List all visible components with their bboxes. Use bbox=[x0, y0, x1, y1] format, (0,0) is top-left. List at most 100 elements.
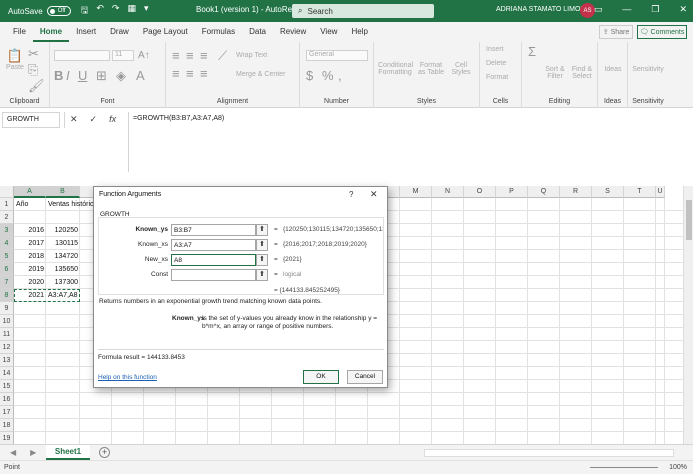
font-size-select[interactable]: 11 bbox=[112, 50, 134, 61]
zoom-level[interactable]: 100% bbox=[669, 464, 687, 471]
column-header-o[interactable]: O bbox=[464, 186, 496, 198]
restore-icon[interactable]: ❐ bbox=[651, 4, 659, 15]
column-header-r[interactable]: R bbox=[560, 186, 592, 198]
row-header-11[interactable]: 11 bbox=[0, 328, 14, 341]
autosum-icon[interactable]: Σ bbox=[528, 44, 536, 60]
row-header-5[interactable]: 5 bbox=[0, 250, 14, 263]
conditional-formatting-button[interactable]: Conditional Formatting bbox=[378, 62, 413, 76]
cell-year[interactable]: 2019 bbox=[16, 263, 44, 276]
currency-icon[interactable]: $ bbox=[306, 68, 313, 84]
cell-year[interactable]: 2020 bbox=[16, 276, 44, 289]
undo-icon[interactable]: ↶ bbox=[96, 3, 104, 19]
ideas-button[interactable]: Ideas bbox=[602, 66, 624, 73]
sort-filter-button[interactable]: Sort & Filter bbox=[544, 66, 566, 80]
cell-year[interactable]: 2016 bbox=[16, 224, 44, 237]
comments-button[interactable]: 🗨 Comments bbox=[637, 25, 687, 39]
horizontal-scrollbar[interactable] bbox=[424, 449, 674, 457]
column-header-q[interactable]: Q bbox=[528, 186, 560, 198]
formula-input[interactable]: =GROWTH(B3:B7,A3:A7,A8) bbox=[128, 112, 693, 172]
dialog-close-button[interactable]: ✕ bbox=[370, 189, 378, 200]
ribbon-display-icon[interactable]: ▭ bbox=[594, 4, 603, 15]
column-header-n[interactable]: N bbox=[432, 186, 464, 198]
cell-sales[interactable]: 134720 bbox=[48, 250, 78, 263]
spreadsheet-icon[interactable]: ▦ bbox=[127, 3, 136, 19]
row-header-18[interactable]: 18 bbox=[0, 419, 14, 432]
redo-icon[interactable]: ↷ bbox=[112, 3, 120, 19]
row-header-17[interactable]: 17 bbox=[0, 406, 14, 419]
cancel-entry-icon[interactable]: ✕ bbox=[70, 114, 78, 125]
select-all-corner[interactable] bbox=[0, 186, 14, 198]
row-header-14[interactable]: 14 bbox=[0, 367, 14, 380]
font-color-icon[interactable]: A bbox=[136, 68, 145, 84]
collapse-dialog-icon[interactable]: ⬆ bbox=[256, 269, 268, 281]
cell-sales[interactable]: 130115 bbox=[48, 237, 78, 250]
column-header-u[interactable]: U bbox=[656, 186, 665, 198]
row-header-9[interactable]: 9 bbox=[0, 302, 14, 315]
cell-a1[interactable]: Año bbox=[16, 198, 44, 211]
format-cells-button[interactable]: Format bbox=[486, 74, 508, 81]
row-header-7[interactable]: 7 bbox=[0, 276, 14, 289]
add-sheet-icon[interactable]: + bbox=[99, 447, 110, 458]
borders-icon[interactable]: ⊞ bbox=[96, 68, 107, 84]
column-header-m[interactable]: M bbox=[400, 186, 432, 198]
collapse-dialog-icon[interactable]: ⬆ bbox=[256, 254, 268, 266]
cell-year[interactable]: 2017 bbox=[16, 237, 44, 250]
search-box[interactable]: ⌕ Search bbox=[292, 4, 434, 18]
share-button[interactable]: ⇪ Share bbox=[599, 25, 633, 39]
row-header-4[interactable]: 4 bbox=[0, 237, 14, 250]
collapse-dialog-icon[interactable]: ⬆ bbox=[256, 239, 268, 251]
align-top-icon[interactable]: ≡ bbox=[172, 48, 180, 64]
merge-center-button[interactable]: Merge & Center bbox=[236, 71, 285, 78]
number-format-select[interactable]: General bbox=[306, 50, 368, 61]
wrap-text-button[interactable]: Wrap Text bbox=[236, 52, 267, 59]
close-icon[interactable]: ✕ bbox=[679, 4, 687, 15]
autosave-toggle[interactable]: Off bbox=[46, 6, 71, 16]
autosave-control[interactable]: AutoSave Off bbox=[0, 6, 71, 16]
delete-cells-button[interactable]: Delete bbox=[486, 60, 506, 67]
row-header-3[interactable]: 3 bbox=[0, 224, 14, 237]
percent-icon[interactable]: % bbox=[322, 68, 334, 84]
arg-input-new-xs[interactable]: A8 bbox=[171, 254, 256, 266]
ok-button[interactable]: OK bbox=[303, 370, 339, 384]
align-center-icon[interactable]: ≡ bbox=[186, 66, 194, 82]
tab-view[interactable]: View bbox=[313, 22, 344, 42]
next-sheet-icon[interactable]: ▶ bbox=[30, 448, 36, 457]
arg-input-known-xs[interactable]: A3:A7 bbox=[171, 239, 256, 251]
row-header-12[interactable]: 12 bbox=[0, 341, 14, 354]
cell-sales[interactable]: 137300 bbox=[48, 276, 78, 289]
row-header-16[interactable]: 16 bbox=[0, 393, 14, 406]
row-header-13[interactable]: 13 bbox=[0, 354, 14, 367]
bold-icon[interactable]: B bbox=[54, 68, 63, 84]
sheet-tab-sheet1[interactable]: Sheet1 bbox=[46, 445, 90, 460]
increase-font-icon[interactable]: A↑ bbox=[138, 48, 150, 64]
paste-button[interactable]: 📋 Paste bbox=[4, 48, 26, 71]
tab-home[interactable]: Home bbox=[32, 22, 70, 42]
row-header-10[interactable]: 10 bbox=[0, 315, 14, 328]
cut-icon[interactable]: ✂ bbox=[28, 46, 39, 62]
arg-input-const[interactable] bbox=[171, 269, 256, 281]
row-header-1[interactable]: 1 bbox=[0, 198, 14, 211]
column-header-b[interactable]: B bbox=[46, 186, 80, 198]
enter-entry-icon[interactable]: ✓ bbox=[90, 114, 98, 125]
sensitivity-button[interactable]: Sensitivity bbox=[630, 66, 666, 73]
avatar[interactable]: AS bbox=[580, 3, 595, 18]
tab-data[interactable]: Data bbox=[242, 22, 273, 42]
tab-page-layout[interactable]: Page Layout bbox=[136, 22, 195, 42]
dialog-help-button[interactable]: ? bbox=[349, 190, 353, 199]
customize-qat-icon[interactable]: ▾ bbox=[144, 3, 149, 19]
cell-styles-button[interactable]: Cell Styles bbox=[450, 62, 472, 76]
column-header-s[interactable]: S bbox=[592, 186, 624, 198]
find-select-button[interactable]: Find & Select bbox=[570, 66, 594, 80]
tab-review[interactable]: Review bbox=[273, 22, 313, 42]
insert-cells-button[interactable]: Insert bbox=[486, 46, 504, 53]
column-header-a[interactable]: A bbox=[14, 186, 46, 198]
vertical-scrollbar[interactable] bbox=[683, 186, 693, 444]
column-header-t[interactable]: T bbox=[624, 186, 656, 198]
arg-input-known-ys[interactable]: B3:B7 bbox=[171, 224, 256, 236]
zoom-slider[interactable] bbox=[590, 467, 658, 468]
underline-icon[interactable]: U bbox=[78, 68, 87, 84]
row-header-2[interactable]: 2 bbox=[0, 211, 14, 224]
row-header-15[interactable]: 15 bbox=[0, 380, 14, 393]
column-header-p[interactable]: P bbox=[496, 186, 528, 198]
help-on-function-link[interactable]: Help on this function bbox=[98, 374, 157, 381]
